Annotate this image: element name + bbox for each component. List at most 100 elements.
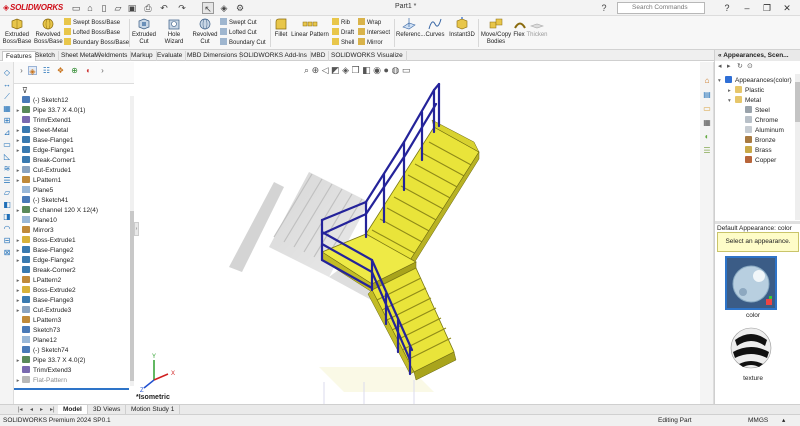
cm-tab-mbd[interactable]: MBD xyxy=(308,51,330,61)
extruded-boss-button[interactable]: Extruded Boss/Base xyxy=(2,17,32,46)
revolved-boss-button[interactable]: Revolved Boss/Base xyxy=(34,17,63,46)
feature-tree-icon[interactable]: ◈ xyxy=(28,66,37,76)
flex-button[interactable]: Flex xyxy=(512,17,526,39)
thicken-button[interactable]: Thicken xyxy=(526,17,548,39)
extruded-cut-button[interactable]: Extruded Cut xyxy=(131,17,157,46)
appearance-item[interactable]: Brass xyxy=(738,146,772,156)
refresh-icon[interactable]: ↻ xyxy=(737,62,743,70)
appearance-item[interactable]: Bronze xyxy=(738,136,776,146)
appearance-thumb-color[interactable] xyxy=(725,256,777,310)
structural-member-icon[interactable]: ⊞ xyxy=(2,116,12,125)
wrap-button[interactable]: Wrap xyxy=(358,18,381,27)
reference-geometry-button[interactable]: Referenc... xyxy=(396,17,425,39)
feature-tree-item[interactable]: ▸ Boss-Extrude1 xyxy=(14,236,76,246)
hem-icon[interactable]: ◠ xyxy=(2,224,12,233)
base-flange-icon[interactable]: ◧ xyxy=(2,200,12,209)
undo-icon[interactable]: ↶ xyxy=(158,2,170,14)
cm-tab-solidworks-visualize[interactable]: SOLIDWORKS Visualize xyxy=(328,51,407,61)
redo-icon[interactable]: ↷ xyxy=(176,2,188,14)
edge-icon[interactable]: ⟋ xyxy=(2,92,12,101)
intersect-button[interactable]: Intersect xyxy=(358,28,390,37)
back-icon[interactable]: ◂ xyxy=(718,62,722,70)
feature-tree-item[interactable]: (-) Sketch12 xyxy=(14,96,68,106)
design-library-icon[interactable]: ▤ xyxy=(702,90,712,99)
feature-tree-item[interactable]: ▸ Pipe 33.7 X 4.0(1) xyxy=(14,106,85,116)
feature-tree-item[interactable]: (-) Sketch41 xyxy=(14,196,68,206)
fold-icon[interactable]: ⊠ xyxy=(2,248,12,257)
revolved-cut-button[interactable]: Revolved Cut xyxy=(192,17,218,46)
rib-button[interactable]: Rib xyxy=(332,18,350,27)
expand-arrow-icon[interactable]: ▸ xyxy=(14,106,22,116)
expand-arrow-icon[interactable]: › xyxy=(17,66,26,75)
stair-model[interactable]: Y X Z xyxy=(134,62,714,404)
property-manager-icon[interactable]: ☷ xyxy=(42,66,51,75)
expand-arrow-icon[interactable]: ▸ xyxy=(728,86,735,96)
filter-icon[interactable]: ⊽ xyxy=(22,86,28,95)
more-tabs-icon[interactable]: › xyxy=(98,66,107,75)
linear-pattern-button[interactable]: Linear Pattern xyxy=(290,17,330,39)
feature-tree-item[interactable]: Mirror3 xyxy=(14,226,54,236)
appearance-item[interactable]: ▾ Appearances(color) xyxy=(718,76,792,86)
sheet-metal-icon[interactable]: ▱ xyxy=(2,188,12,197)
expand-arrow-icon[interactable]: ▸ xyxy=(14,206,22,216)
feature-tree-item[interactable]: Plane10 xyxy=(14,216,57,226)
app-logo[interactable]: ◈SOLIDWORKS xyxy=(3,3,63,12)
new-icon[interactable]: ▭ xyxy=(70,2,82,14)
feature-tree-item[interactable]: Break-Corner1 xyxy=(14,156,76,166)
appearance-item[interactable]: Aluminum xyxy=(738,126,784,136)
expand-arrow-icon[interactable]: ▸ xyxy=(14,166,22,176)
swept-cut-button[interactable]: Swept Cut xyxy=(220,18,257,27)
feature-tree-item[interactable]: ▸ Edge-Flange2 xyxy=(14,256,74,266)
gusset-icon[interactable]: ◺ xyxy=(2,152,12,161)
draft-button[interactable]: Draft xyxy=(332,28,354,37)
instant3d-button[interactable]: Instant3D xyxy=(448,17,476,39)
unit-system[interactable]: MMGS xyxy=(748,416,768,426)
lofted-boss-button[interactable]: Lofted Boss/Base xyxy=(64,28,120,37)
shell-button[interactable]: Shell xyxy=(332,38,354,47)
feature-tree-item[interactable]: ▸ Base-Flange1 xyxy=(14,136,73,146)
appearance-item[interactable]: Steel xyxy=(738,106,770,116)
expand-arrow-icon[interactable]: ▸ xyxy=(14,356,22,366)
smart-dimension-icon[interactable]: ↔ xyxy=(2,80,12,89)
expand-arrow-icon[interactable]: ▸ xyxy=(14,126,22,136)
expand-arrow-icon[interactable]: ▸ xyxy=(14,306,22,316)
cm-tab-evaluate[interactable]: Evaluate xyxy=(154,51,187,61)
swept-boss-button[interactable]: Swept Boss/Base xyxy=(64,18,120,27)
move-copy-bodies-button[interactable]: Move/Copy Bodies xyxy=(480,17,512,46)
end-cap-icon[interactable]: ▭ xyxy=(2,140,12,149)
minimize-icon[interactable]: – xyxy=(740,1,754,15)
feature-tree-item[interactable]: ▸ Sheet-Metal xyxy=(14,126,68,136)
expand-arrow-icon[interactable]: ▸ xyxy=(14,136,22,146)
feature-tree-item[interactable]: ▸ Base-Flange2 xyxy=(14,246,73,256)
forward-icon[interactable]: ▸ xyxy=(727,62,731,70)
sketch-icon[interactable]: ◇ xyxy=(2,68,12,77)
feature-tree-item[interactable]: ▸ C channel 120 X 12(4) xyxy=(14,206,98,216)
feature-tree-item[interactable]: (-) Sketch74 xyxy=(14,346,68,356)
feature-tree-item[interactable]: Trim/Extend1 xyxy=(14,116,71,126)
feature-tree-item[interactable]: ▸ Base-Flange3 xyxy=(14,296,73,306)
appearances-scenes-icon[interactable]: ◐ xyxy=(702,132,712,141)
edge-flange-icon[interactable]: ◨ xyxy=(2,212,12,221)
mirror-button[interactable]: Mirror xyxy=(358,38,383,47)
appearance-item[interactable]: Chrome xyxy=(738,116,778,126)
appearances-scrollbar[interactable] xyxy=(795,74,800,220)
feature-tree-item[interactable]: Trim/Extend3 xyxy=(14,366,71,376)
cm-tab-solidworks-add-ins[interactable]: SOLIDWORKS Add-Ins xyxy=(236,51,311,61)
cm-tab-markup[interactable]: Markup xyxy=(128,51,157,61)
restore-icon[interactable]: ❐ xyxy=(760,1,774,15)
cm-tab-sketch[interactable]: Sketch xyxy=(32,51,59,61)
close-icon[interactable]: ✕ xyxy=(780,1,794,15)
cm-tab-weldments[interactable]: Weldments xyxy=(92,51,132,61)
feature-tree-item[interactable]: ▸ LPattern1 xyxy=(14,176,61,186)
cut-list-icon[interactable]: ☰ xyxy=(2,176,12,185)
file-explorer-icon[interactable]: ▭ xyxy=(702,104,712,113)
appearance-item[interactable]: ▸ Plastic xyxy=(728,86,764,96)
dimxpert-icon[interactable]: ⊕ xyxy=(70,66,79,75)
expand-arrow-icon[interactable]: ▸ xyxy=(14,276,22,286)
cm-tab-features[interactable]: Features xyxy=(2,51,36,61)
feature-tree-item[interactable]: Break-Corner2 xyxy=(14,266,76,276)
search-commands-input[interactable]: Search Commands xyxy=(617,2,705,14)
boundary-cut-button[interactable]: Boundary Cut xyxy=(220,38,266,47)
print-icon[interactable]: ⎙ xyxy=(142,2,154,14)
rollback-bar[interactable] xyxy=(14,388,129,390)
